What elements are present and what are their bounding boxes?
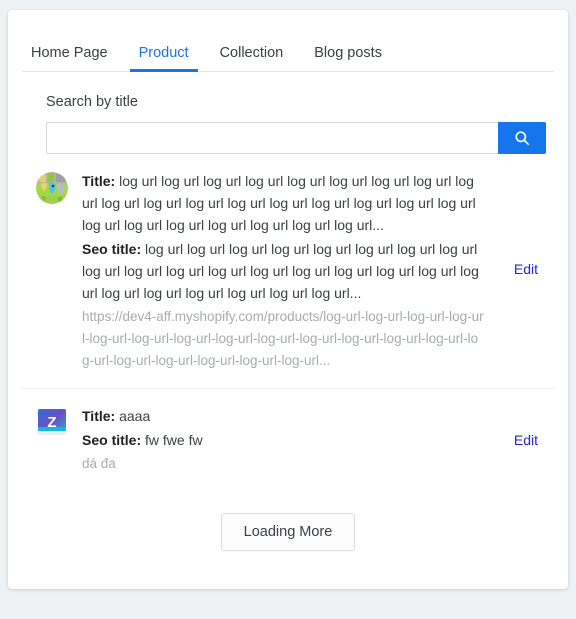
thumbnail-wrapper [36, 170, 68, 372]
item-title-line: Title: aaaa [82, 405, 484, 427]
item-title-value: log url log url log url log url log url … [82, 173, 476, 233]
search-row [46, 122, 546, 154]
tab-collection[interactable]: Collection [211, 45, 293, 73]
result-list: Title: log url log url log url log url l… [8, 154, 568, 491]
tab-home-page[interactable]: Home Page [22, 45, 117, 73]
edit-column: Edit [494, 170, 538, 372]
search-label: Search by title [46, 94, 138, 110]
item-seo-title-value: log url log url log url log url log url … [82, 241, 479, 301]
item-body: Title: log url log url log url log url l… [82, 170, 494, 372]
title-label: Title: [82, 408, 116, 424]
item-seo-title-line: Seo title: fw fwe fw [82, 429, 484, 451]
edit-link[interactable]: Edit [514, 258, 538, 280]
load-more-wrapper: Loading More [8, 491, 568, 589]
search-button[interactable] [498, 122, 546, 154]
item-url: https://dev4-aff.myshopify.com/products/… [82, 309, 484, 368]
item-seo-title-value: fw fwe fw [145, 432, 203, 448]
search-icon [514, 130, 530, 146]
item-body: Title: aaaa Seo title: fw fwe fw dá đa [82, 405, 494, 475]
title-label: Title: [82, 173, 116, 189]
tab-blog-posts[interactable]: Blog posts [305, 45, 391, 73]
tab-bar: Home Page Product Collection Blog posts [8, 10, 568, 72]
seo-title-label: Seo title: [82, 241, 142, 257]
search-input[interactable] [46, 122, 498, 154]
list-item: Z Title: aaaa Seo title: fw fwe fw dá đa… [22, 388, 554, 491]
edit-link[interactable]: Edit [514, 429, 538, 451]
svg-text:Z: Z [47, 414, 56, 431]
product-image-thumbnail [36, 172, 68, 204]
load-more-button[interactable]: Loading More [220, 513, 356, 551]
item-seo-title-line: Seo title: log url log url log url log u… [82, 238, 484, 304]
z-logo-thumbnail: Z [36, 407, 68, 439]
edit-column: Edit [494, 405, 538, 475]
item-title-line: Title: log url log url log url log url l… [82, 170, 484, 236]
item-url: dá đa [82, 456, 116, 471]
thumbnail-wrapper: Z [36, 405, 68, 475]
item-title-value: aaaa [119, 408, 151, 424]
search-section: Search by title [8, 72, 568, 154]
product-list-card: Home Page Product Collection Blog posts … [8, 10, 568, 589]
list-item: Title: log url log url log url log url l… [22, 154, 554, 388]
seo-title-label: Seo title: [82, 432, 142, 448]
tab-product[interactable]: Product [129, 45, 198, 73]
